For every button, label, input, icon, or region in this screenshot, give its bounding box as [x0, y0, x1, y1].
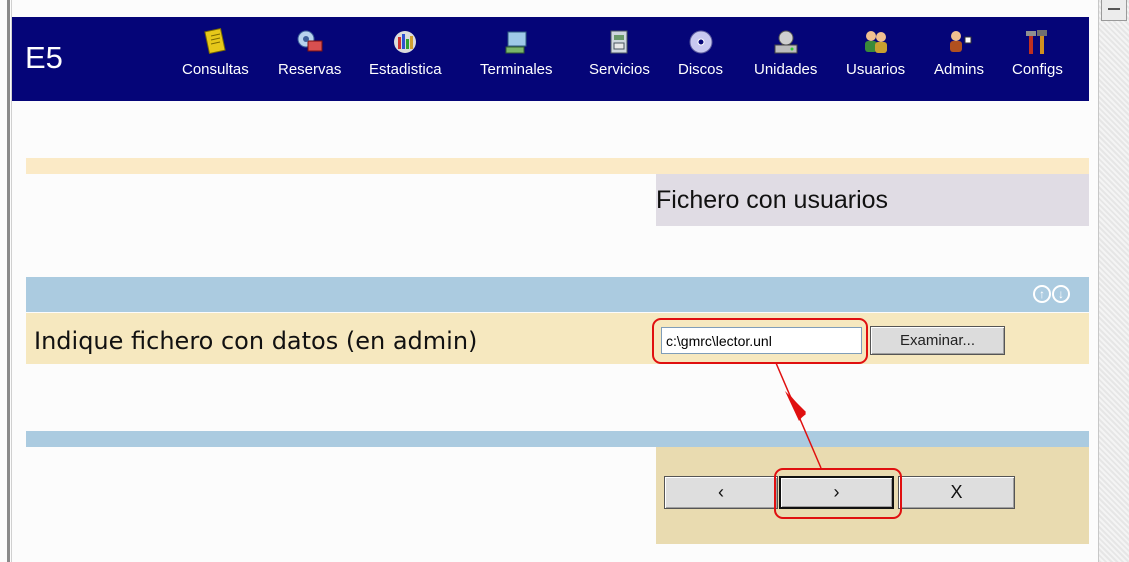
- annotation-arrow: [775, 362, 822, 469]
